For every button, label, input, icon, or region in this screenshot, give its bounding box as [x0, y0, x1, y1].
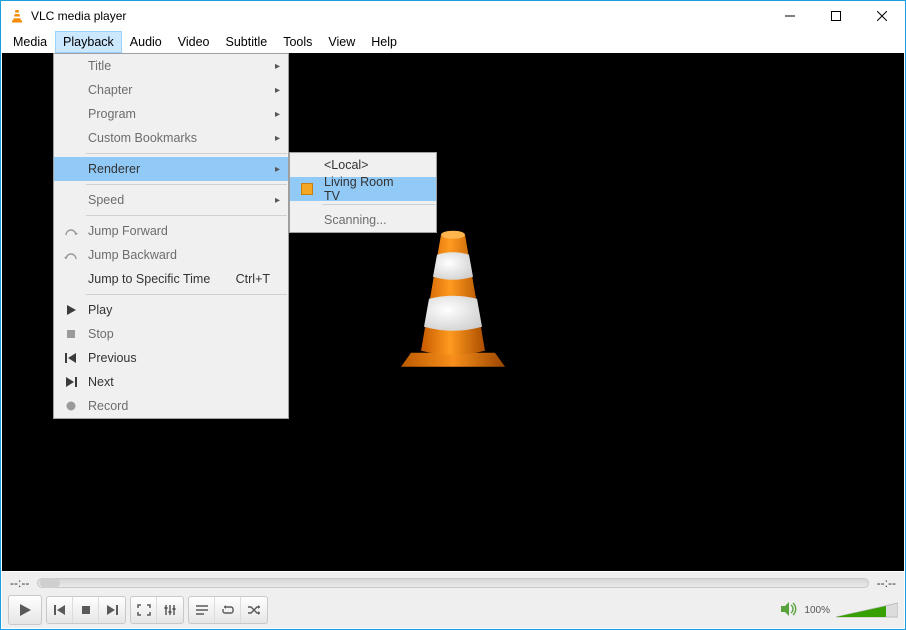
play-button[interactable] — [8, 595, 42, 625]
menu-audio[interactable]: Audio — [122, 31, 170, 53]
renderer-scanning-label: Scanning... — [324, 213, 387, 227]
menu-bookmarks[interactable]: Custom Bookmarks ▸ — [54, 126, 288, 150]
menu-next[interactable]: Next — [54, 370, 288, 394]
menu-chapter-label: Chapter — [88, 83, 132, 97]
menu-title-label: Title — [88, 59, 111, 73]
controls-row: 100% — [2, 594, 904, 626]
menu-subtitle[interactable]: Subtitle — [218, 31, 276, 53]
titlebar: VLC media player — [1, 1, 905, 31]
menu-jump-specific-shortcut: Ctrl+T — [236, 272, 270, 286]
minimize-button[interactable] — [767, 1, 813, 31]
menu-stop-label: Stop — [88, 327, 114, 341]
window-title: VLC media player — [31, 9, 126, 23]
menu-jump-backward[interactable]: Jump Backward — [54, 243, 288, 267]
separator — [322, 204, 435, 205]
time-elapsed: --:-- — [10, 576, 29, 590]
view-group — [130, 596, 184, 624]
menu-jump-forward-label: Jump Forward — [88, 224, 168, 238]
renderer-submenu: <Local> Living Room TV Scanning... — [289, 152, 437, 233]
menu-speed-label: Speed — [88, 193, 124, 207]
menu-jump-specific-label: Jump to Specific Time — [88, 272, 210, 286]
stop-button[interactable] — [73, 597, 99, 623]
volume-area: 100% — [780, 601, 898, 620]
time-total: --:-- — [877, 576, 896, 590]
shuffle-button[interactable] — [241, 597, 267, 623]
play-icon — [62, 304, 80, 316]
jump-backward-icon — [62, 248, 80, 262]
menu-next-label: Next — [88, 375, 114, 389]
vlc-app-icon — [9, 8, 25, 24]
menu-chapter[interactable]: Chapter ▸ — [54, 78, 288, 102]
renderer-local-label: <Local> — [324, 158, 368, 172]
menu-view[interactable]: View — [320, 31, 363, 53]
menu-playback[interactable]: Playback — [55, 31, 122, 53]
close-button[interactable] — [859, 1, 905, 31]
menu-bookmarks-label: Custom Bookmarks — [88, 131, 197, 145]
loop-button[interactable] — [215, 597, 241, 623]
previous-icon — [62, 352, 80, 364]
separator — [86, 215, 287, 216]
renderer-living-room-tv[interactable]: Living Room TV — [290, 177, 436, 201]
menu-renderer[interactable]: Renderer ▸ — [54, 157, 288, 181]
extended-settings-button[interactable] — [157, 597, 183, 623]
menu-jump-forward[interactable]: Jump Forward — [54, 219, 288, 243]
cast-device-icon — [298, 183, 316, 195]
chevron-right-icon: ▸ — [275, 164, 280, 175]
renderer-scanning: Scanning... — [290, 208, 436, 232]
playback-group — [46, 596, 126, 624]
seek-row: --:-- --:-- — [2, 572, 904, 594]
menu-tools[interactable]: Tools — [275, 31, 320, 53]
vlc-cone-icon — [393, 227, 513, 382]
stop-icon — [62, 328, 80, 340]
next-button[interactable] — [99, 597, 125, 623]
menu-jump-backward-label: Jump Backward — [88, 248, 177, 262]
menu-record-label: Record — [88, 399, 128, 413]
record-icon — [62, 400, 80, 412]
seek-slider[interactable] — [37, 578, 868, 588]
separator — [86, 153, 287, 154]
menu-previous-label: Previous — [88, 351, 137, 365]
chevron-right-icon: ▸ — [275, 85, 280, 96]
menu-play[interactable]: Play — [54, 298, 288, 322]
chevron-right-icon: ▸ — [275, 61, 280, 72]
menu-title[interactable]: Title ▸ — [54, 54, 288, 78]
playlist-button[interactable] — [189, 597, 215, 623]
renderer-local[interactable]: <Local> — [290, 153, 436, 177]
menu-play-label: Play — [88, 303, 112, 317]
separator — [86, 184, 287, 185]
menubar: Media Playback Audio Video Subtitle Tool… — [1, 31, 905, 53]
fullscreen-button[interactable] — [131, 597, 157, 623]
speaker-icon[interactable] — [780, 601, 798, 620]
window-controls — [767, 1, 905, 31]
bottom-panel: --:-- --:-- 100% — [2, 572, 904, 628]
menu-video[interactable]: Video — [170, 31, 218, 53]
menu-media[interactable]: Media — [5, 31, 55, 53]
chevron-right-icon: ▸ — [275, 109, 280, 120]
menu-program[interactable]: Program ▸ — [54, 102, 288, 126]
maximize-button[interactable] — [813, 1, 859, 31]
playback-dropdown: Title ▸ Chapter ▸ Program ▸ Custom Bookmark… — [53, 53, 289, 419]
volume-percent: 100% — [804, 605, 830, 616]
menu-jump-specific[interactable]: Jump to Specific Time Ctrl+T — [54, 267, 288, 291]
menu-previous[interactable]: Previous — [54, 346, 288, 370]
chevron-right-icon: ▸ — [275, 133, 280, 144]
previous-button[interactable] — [47, 597, 73, 623]
menu-program-label: Program — [88, 107, 136, 121]
menu-speed[interactable]: Speed ▸ — [54, 188, 288, 212]
chevron-right-icon: ▸ — [275, 195, 280, 206]
renderer-living-room-label: Living Room TV — [324, 175, 412, 203]
playlist-group — [188, 596, 268, 624]
menu-help[interactable]: Help — [363, 31, 405, 53]
menu-stop[interactable]: Stop — [54, 322, 288, 346]
volume-slider[interactable] — [836, 601, 898, 619]
menu-record[interactable]: Record — [54, 394, 288, 418]
jump-forward-icon — [62, 224, 80, 238]
menu-renderer-label: Renderer — [88, 162, 140, 176]
separator — [86, 294, 287, 295]
next-icon — [62, 376, 80, 388]
